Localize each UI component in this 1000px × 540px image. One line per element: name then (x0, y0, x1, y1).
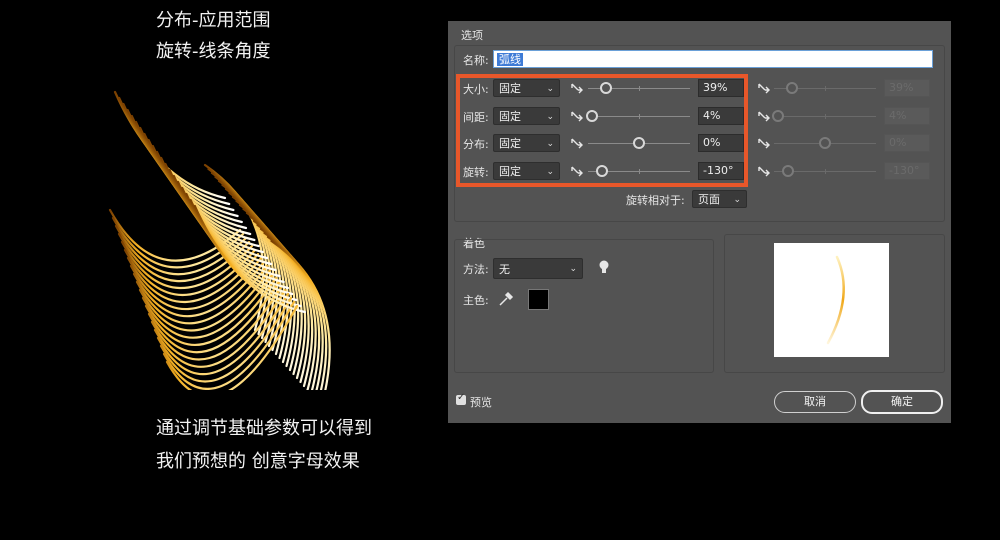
name-field[interactable]: 弧线 (493, 50, 933, 68)
art-arc-stroke (118, 96, 231, 206)
arc-stroke-preview (826, 255, 845, 345)
caption-rotation: 旋转-线条角度 (156, 41, 271, 62)
method-label: 方法: (463, 263, 489, 276)
pin-slider-icon[interactable] (757, 164, 771, 178)
key-color-swatch[interactable] (528, 289, 549, 310)
options-section-title: 选项 (461, 29, 483, 42)
rotate-relative-label: 旋转相对于: (626, 194, 685, 207)
brush-preview (774, 243, 889, 357)
eyedropper-icon[interactable] (498, 291, 514, 307)
checkmark-icon: ✓ (457, 392, 466, 403)
art-arc-stroke (122, 102, 235, 212)
slider-tick (825, 114, 826, 119)
chevron-down-icon: ⌄ (733, 195, 741, 205)
art-arc-stroke (126, 108, 239, 218)
tips-bulb-icon[interactable] (597, 259, 611, 275)
max-value-field[interactable]: 0% (884, 134, 930, 152)
caption-summary-line1: 通过调节基础参数可以得到 (156, 418, 372, 439)
name-label: 名称: (463, 54, 489, 67)
name-field-value: 弧线 (497, 53, 523, 66)
art-arc-stroke (139, 126, 252, 236)
max-value-field[interactable]: -130° (884, 162, 930, 180)
scatter-brush-options-dialog: 选项 名称: 弧线 大小: 固定 ⌄ 39% 39% 间距: 固定 ⌄ 4% 4% 分布: 固定 ⌄ 0%… (448, 21, 951, 423)
art-arc-stroke (151, 144, 264, 254)
ok-button[interactable]: 确定 (861, 390, 943, 414)
max-value-field[interactable]: 39% (884, 79, 930, 97)
key-color-label: 主色: (463, 294, 489, 307)
art-arc-stroke (113, 90, 227, 200)
preview-checkbox[interactable]: ✓ (456, 392, 466, 405)
rotate-relative-value: 页面 (698, 193, 720, 206)
art-arc-stroke (134, 120, 248, 230)
max-slider-knob[interactable] (772, 110, 785, 122)
slider-tick (825, 86, 826, 91)
max-slider-knob[interactable] (819, 137, 831, 149)
caption-distribution: 分布-应用范围 (156, 10, 271, 31)
art-arc-stroke (147, 138, 260, 248)
highlight-frame (456, 74, 748, 187)
method-select[interactable]: 无 ⌄ (493, 258, 583, 279)
slider-tick (825, 169, 826, 174)
max-value-field[interactable]: 4% (884, 107, 930, 125)
pin-slider-icon[interactable] (757, 109, 771, 123)
art-arc-stroke (130, 114, 243, 224)
pin-slider-icon[interactable] (757, 81, 771, 95)
art-arc-stroke (155, 150, 269, 260)
cancel-button[interactable]: 取消 (774, 391, 856, 413)
pin-slider-icon[interactable] (757, 136, 771, 150)
rotate-relative-select[interactable]: 页面 ⌄ (692, 190, 747, 208)
brush-letter-artwork (108, 90, 331, 390)
method-value: 无 (499, 263, 510, 276)
preview-label: 预览 (470, 396, 492, 409)
chevron-down-icon: ⌄ (569, 264, 577, 274)
caption-summary-line2: 我们预想的 创意字母效果 (156, 451, 360, 472)
art-arc-stroke (143, 132, 256, 242)
